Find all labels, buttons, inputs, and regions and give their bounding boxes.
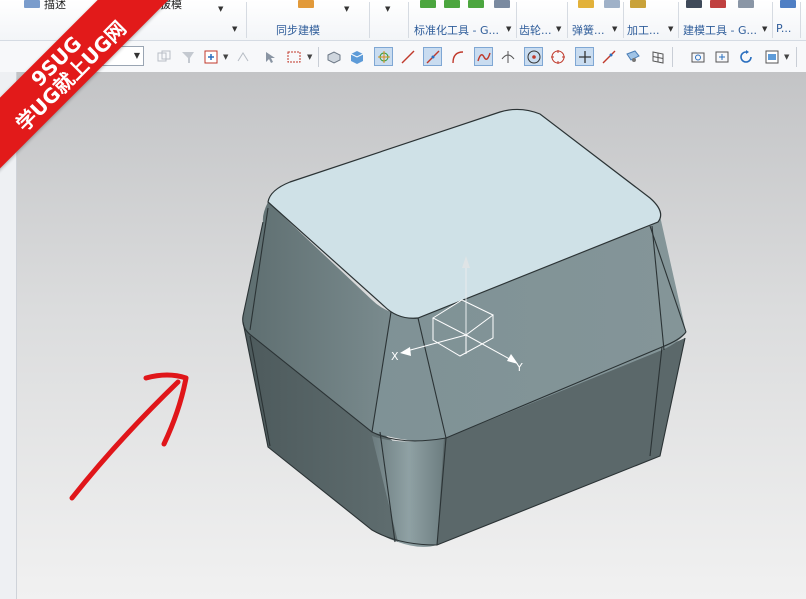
grid-point-icon[interactable] xyxy=(648,47,667,66)
arc-icon[interactable] xyxy=(448,47,467,66)
ribbon-item-describe[interactable]: 描述 xyxy=(44,0,66,12)
ribbon-separator xyxy=(408,2,409,38)
toolbar-separator xyxy=(318,47,319,67)
snap-endpoint-icon[interactable] xyxy=(374,47,393,66)
toolbar-separator xyxy=(672,47,673,67)
rectangle-select-caret[interactable]: ▼ xyxy=(307,53,312,61)
ribbon-separator xyxy=(678,2,679,38)
component-select-icon[interactable] xyxy=(154,47,173,66)
sync-modeling-icon[interactable] xyxy=(298,0,314,8)
point-on-curve-icon[interactable] xyxy=(575,47,594,66)
standard-tools-icon[interactable] xyxy=(444,0,460,8)
ribbon-group-machining[interactable]: 加工... xyxy=(627,22,660,38)
describe-icon[interactable] xyxy=(24,0,40,8)
face-point-icon[interactable] xyxy=(623,47,642,66)
snap-line-icon[interactable] xyxy=(423,47,442,66)
ribbon-caret[interactable]: ▼ xyxy=(762,25,767,33)
ribbon-caret[interactable]: ▼ xyxy=(668,25,673,33)
intersection-icon[interactable] xyxy=(498,47,517,66)
tangent-point-icon[interactable] xyxy=(599,47,618,66)
ribbon-group-gear[interactable]: 齿轮... xyxy=(519,22,552,38)
orient-view-caret[interactable]: ▼ xyxy=(784,53,789,61)
ribbon-caret[interactable]: ▼ xyxy=(612,25,617,33)
ribbon-more-caret[interactable]: ▼ xyxy=(218,5,223,13)
rotate-icon[interactable] xyxy=(736,47,755,66)
ribbon-separator xyxy=(516,2,517,38)
y-axis-label: Y xyxy=(515,361,523,374)
spline-icon[interactable] xyxy=(474,47,493,66)
center-point-icon[interactable] xyxy=(524,47,543,66)
ribbon-separator xyxy=(623,2,624,38)
standard-tools-icon[interactable] xyxy=(420,0,436,8)
standard-tools-icon[interactable] xyxy=(468,0,484,8)
camera-view-icon[interactable] xyxy=(688,47,707,66)
ribbon-caret[interactable]: ▼ xyxy=(556,25,561,33)
p-group-icon[interactable] xyxy=(780,0,796,8)
ribbon-separator xyxy=(567,2,568,38)
ribbon-group-standard-tools[interactable]: 标准化工具 - G... xyxy=(414,22,499,38)
select-region-caret[interactable]: ▼ xyxy=(223,53,228,61)
ribbon-caret[interactable]: ▼ xyxy=(506,25,511,33)
machining-icon[interactable] xyxy=(630,0,646,8)
ribbon-caret[interactable]: ▼ xyxy=(385,5,390,13)
table-icon[interactable] xyxy=(494,0,510,8)
model-canvas: X Y xyxy=(69,108,687,547)
ribbon-group-modeling-tools[interactable]: 建模工具 - G... xyxy=(683,22,757,38)
orient-view-icon[interactable] xyxy=(762,47,781,66)
graphics-viewport[interactable]: X Y xyxy=(0,72,806,599)
ribbon-separator xyxy=(246,2,247,38)
ribbon-group-sync-modeling[interactable]: 同步建模 xyxy=(276,22,320,38)
modeling-tools-icon[interactable] xyxy=(686,0,702,8)
x-axis-label: X xyxy=(391,350,399,363)
ribbon-caret[interactable]: ▼ xyxy=(232,25,237,33)
zoom-window-icon[interactable] xyxy=(712,47,731,66)
shaded-view-icon[interactable] xyxy=(347,47,366,66)
ribbon-group-p[interactable]: P... xyxy=(776,22,791,35)
quick-pick-icon[interactable] xyxy=(260,47,279,66)
rectangle-select-icon[interactable] xyxy=(284,47,303,66)
line-icon[interactable] xyxy=(398,47,417,66)
quadrant-point-icon[interactable] xyxy=(548,47,567,66)
annotation-arrow-icon xyxy=(69,372,189,501)
snap-point-icon[interactable] xyxy=(233,47,252,66)
modeling-tools-icon[interactable] xyxy=(710,0,726,8)
ribbon-separator xyxy=(369,2,370,38)
toolbar-separator xyxy=(796,47,797,67)
modeling-tools-icon[interactable] xyxy=(738,0,754,8)
spring-icon[interactable] xyxy=(578,0,594,8)
ribbon-separator xyxy=(800,2,801,38)
sync-more-caret[interactable]: ▼ xyxy=(344,5,349,13)
chevron-down-icon[interactable]: ▼ xyxy=(134,51,140,60)
ribbon-separator xyxy=(772,2,773,38)
ribbon-group-spring[interactable]: 弹簧... xyxy=(572,22,605,38)
select-filter-icon[interactable] xyxy=(178,47,197,66)
select-region-icon[interactable] xyxy=(201,47,220,66)
spring-icon[interactable] xyxy=(604,0,620,8)
solid-body-icon[interactable] xyxy=(324,47,343,66)
